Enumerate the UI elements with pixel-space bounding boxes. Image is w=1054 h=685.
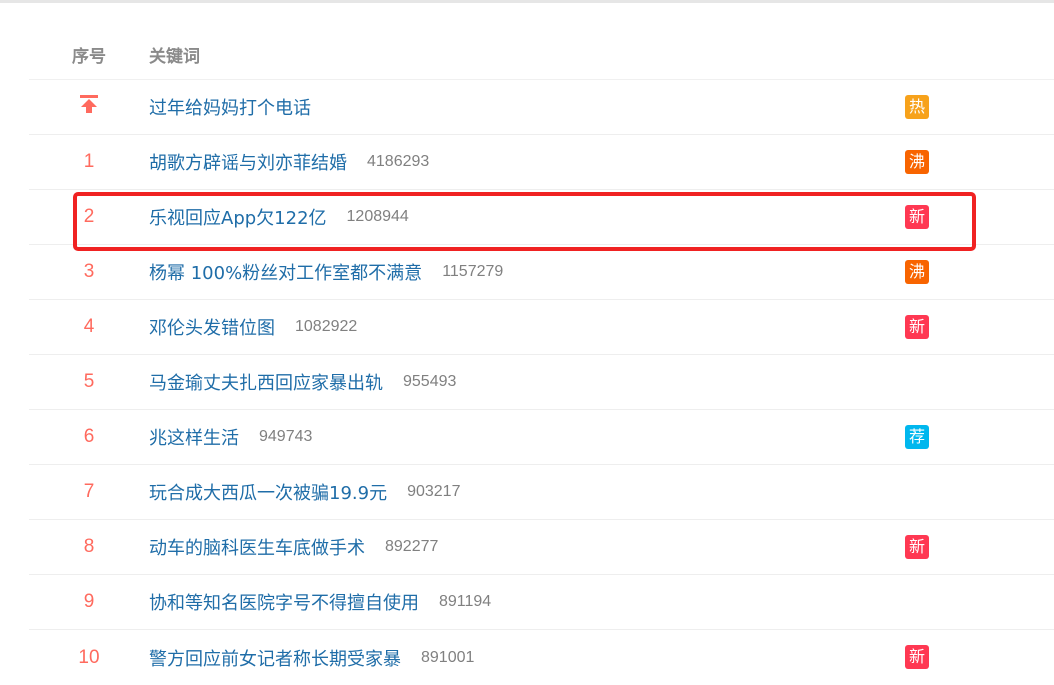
search-count: 892277 bbox=[385, 538, 439, 555]
table-row: 10 警方回应前女记者称长期受家暴 891001 新 bbox=[29, 630, 1054, 685]
keyword-column-header: 关键词 bbox=[149, 47, 200, 67]
badge-cell: 新 bbox=[905, 315, 929, 339]
rank-number: 9 bbox=[83, 591, 95, 612]
new-badge: 新 bbox=[905, 205, 929, 229]
search-count: 949743 bbox=[259, 428, 313, 445]
badge-cell: 沸 bbox=[905, 260, 929, 284]
table-row: 6 兆这样生活 949743 荐 bbox=[29, 410, 1054, 465]
keyword-cell: 玩合成大西瓜一次被骗19.9元 903217 bbox=[149, 479, 1054, 505]
table-body: 过年给妈妈打个电话 热 1 胡歌方辟谣与刘亦菲结婚 4186293 沸 2 乐视回应App欠1… bbox=[29, 80, 1054, 685]
table-row: 7 玩合成大西瓜一次被骗19.9元 903217 bbox=[29, 465, 1054, 520]
keyword-link[interactable]: 动车的脑科医生车底做手术 bbox=[149, 534, 365, 560]
keyword-link[interactable]: 马金瑜丈夫扎西回应家暴出轨 bbox=[149, 369, 383, 395]
table-header: 序号 关键词 bbox=[29, 30, 1054, 80]
search-count: 1208944 bbox=[346, 208, 409, 225]
badge-cell: 热 bbox=[905, 95, 929, 119]
top-border bbox=[0, 0, 1054, 3]
rank-number: 4 bbox=[83, 316, 95, 337]
rank-column-header: 序号 bbox=[72, 47, 106, 67]
search-count: 903217 bbox=[407, 483, 461, 500]
new-badge: 新 bbox=[905, 535, 929, 559]
hot-search-table: 序号 关键词 过年给妈妈打个电话 热 1 胡歌方辟谣与刘亦菲结婚 4186293 沸 2 乐视… bbox=[29, 30, 1054, 685]
rank-number: 5 bbox=[83, 371, 95, 392]
rank-number: 10 bbox=[78, 646, 100, 668]
rank-number: 3 bbox=[83, 261, 95, 282]
keyword-link[interactable]: 邓伦头发错位图 bbox=[149, 314, 275, 340]
keyword-cell: 马金瑜丈夫扎西回应家暴出轨 955493 bbox=[149, 369, 1054, 395]
pinned-rank bbox=[29, 94, 149, 120]
badge-cell: 新 bbox=[905, 645, 929, 669]
boiling-badge: 沸 bbox=[905, 260, 929, 284]
keyword-link[interactable]: 杨幂 100%粉丝对工作室都不满意 bbox=[149, 259, 422, 285]
search-count: 4186293 bbox=[367, 153, 430, 170]
keyword-link[interactable]: 玩合成大西瓜一次被骗19.9元 bbox=[149, 479, 387, 505]
search-count: 1157279 bbox=[442, 263, 504, 280]
search-count: 891001 bbox=[421, 648, 475, 666]
keyword-cell: 协和等知名医院字号不得擅自使用 891194 bbox=[149, 589, 1054, 615]
table-row: 过年给妈妈打个电话 热 bbox=[29, 80, 1054, 135]
badge-cell: 沸 bbox=[905, 150, 929, 174]
keyword-link[interactable]: 兆这样生活 bbox=[149, 424, 239, 450]
boiling-badge: 沸 bbox=[905, 150, 929, 174]
badge-cell: 新 bbox=[905, 535, 929, 559]
table-row: 4 邓伦头发错位图 1082922 新 bbox=[29, 300, 1054, 355]
pin-top-icon bbox=[80, 95, 98, 113]
keyword-link[interactable]: 协和等知名医院字号不得擅自使用 bbox=[149, 589, 419, 615]
table-row: 3 杨幂 100%粉丝对工作室都不满意 1157279 沸 bbox=[29, 245, 1054, 300]
rank-number: 7 bbox=[83, 481, 95, 502]
table-row: 8 动车的脑科医生车底做手术 892277 新 bbox=[29, 520, 1054, 575]
badge-cell: 荐 bbox=[905, 425, 929, 449]
table-row: 5 马金瑜丈夫扎西回应家暴出轨 955493 bbox=[29, 355, 1054, 410]
hot-badge: 热 bbox=[905, 95, 929, 119]
table-row: 1 胡歌方辟谣与刘亦菲结婚 4186293 沸 bbox=[29, 135, 1054, 190]
table-row: 2 乐视回应App欠122亿 1208944 新 bbox=[29, 190, 1054, 245]
rank-number: 8 bbox=[83, 536, 95, 557]
new-badge: 新 bbox=[905, 315, 929, 339]
table-row: 9 协和等知名医院字号不得擅自使用 891194 bbox=[29, 575, 1054, 630]
rank-number: 1 bbox=[83, 151, 95, 172]
rank-number: 6 bbox=[83, 426, 95, 447]
badge-cell: 新 bbox=[905, 205, 929, 229]
keyword-link[interactable]: 乐视回应App欠122亿 bbox=[149, 204, 327, 230]
keyword-link[interactable]: 过年给妈妈打个电话 bbox=[149, 94, 311, 120]
keyword-link[interactable]: 警方回应前女记者称长期受家暴 bbox=[149, 645, 401, 671]
keyword-link[interactable]: 胡歌方辟谣与刘亦菲结婚 bbox=[149, 149, 347, 175]
recommend-badge: 荐 bbox=[905, 425, 929, 449]
search-count: 955493 bbox=[403, 373, 457, 390]
rank-number: 2 bbox=[83, 206, 95, 227]
search-count: 1082922 bbox=[295, 318, 358, 335]
search-count: 891194 bbox=[439, 593, 492, 610]
new-badge: 新 bbox=[905, 645, 929, 669]
